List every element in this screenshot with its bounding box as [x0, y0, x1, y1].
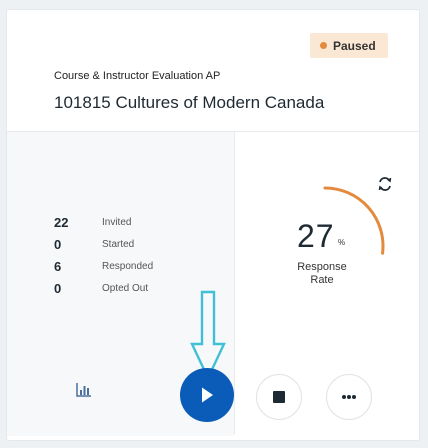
survey-title: 101815 Cultures of Modern Canada [54, 93, 325, 112]
bar-chart-icon [76, 383, 91, 397]
divider [234, 132, 235, 434]
response-rate-label-line1: Response [297, 261, 347, 273]
stat-responded: 6 Responded [54, 259, 153, 274]
status-dot [320, 42, 327, 49]
play-button[interactable] [180, 368, 234, 422]
response-rate-unit: % [338, 238, 346, 247]
play-icon [202, 387, 213, 403]
stop-icon [273, 391, 285, 403]
stat-invited: 22 Invited [54, 215, 131, 230]
stat-opted-out: 0 Opted Out [54, 281, 148, 296]
stop-button[interactable] [256, 374, 302, 420]
more-icon [342, 395, 356, 399]
status-badge: Paused [310, 33, 388, 58]
stat-value: 22 [54, 215, 69, 230]
response-rate-value: 27 [297, 218, 335, 254]
stat-label: Opted Out [102, 283, 149, 294]
survey-type-label: Course & Instructor Evaluation AP [54, 70, 221, 82]
stat-value: 0 [54, 281, 62, 296]
view-report-button[interactable] [62, 368, 106, 412]
response-rate-label-line2: Rate [310, 274, 334, 286]
stat-value: 0 [54, 237, 62, 252]
more-button[interactable] [326, 374, 372, 420]
stat-label: Responded [102, 261, 154, 272]
stat-started: 0 Started [54, 237, 134, 252]
stat-label: Started [102, 239, 135, 250]
stat-value: 6 [54, 259, 62, 274]
stat-label: Invited [102, 217, 132, 228]
response-rate-label: Response Rate [284, 261, 360, 287]
status-label: Paused [333, 38, 376, 53]
